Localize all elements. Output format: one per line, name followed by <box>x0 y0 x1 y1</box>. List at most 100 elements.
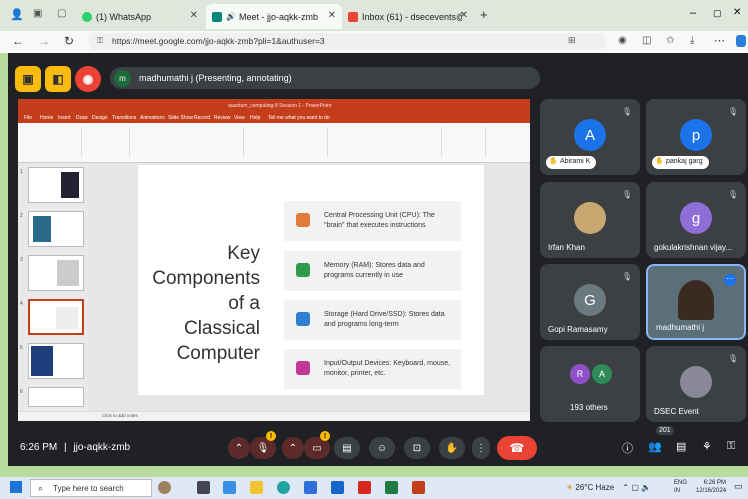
participant-tile[interactable]: 🎙 Irfan Khan <box>540 182 640 258</box>
present-button[interactable]: ⊡ <box>404 437 430 459</box>
tab-meet[interactable]: 🔊 Meet - jjo-aqkk-zmb ✕ <box>206 4 342 29</box>
participant-tile[interactable]: 🎙 g gokulakrishnan vijay... <box>646 182 746 258</box>
ppt-tab-slideshow[interactable]: Slide Show <box>168 115 193 121</box>
ppt-ribbon-group-drawing[interactable] <box>332 127 442 157</box>
ppt-tab-insert[interactable]: Insert <box>58 115 71 121</box>
leave-call-button[interactable]: ☎ <box>497 436 537 460</box>
participant-tile-others[interactable]: R A 193 others <box>540 346 640 422</box>
participant-tile[interactable]: 🎙 p pankaj garg <box>646 99 746 175</box>
raise-hand-button[interactable]: ✋ <box>439 437 465 459</box>
slide-thumbnail-selected[interactable] <box>28 299 84 335</box>
info-icon[interactable]: ⓘ <box>622 440 633 456</box>
lang-indicator[interactable]: ENG IN <box>674 479 687 495</box>
widgets-icon[interactable] <box>158 481 171 494</box>
shared-screen-powerpoint[interactable]: quantum_computing-8 Session 1 - PowerPoi… <box>18 99 530 421</box>
slide-thumbnail[interactable] <box>28 211 84 247</box>
ppt-tab-draw[interactable]: Draw <box>76 115 88 121</box>
ppt-tab-record[interactable]: Record <box>194 115 210 121</box>
participant-tile[interactable]: 🎙 DSEC Event <box>646 346 746 422</box>
ppt-tab-file[interactable]: File <box>24 115 32 121</box>
ppt-tell-me[interactable]: Tell me what you want to do <box>268 115 330 121</box>
store-icon[interactable] <box>304 481 317 494</box>
favorites-bar-icon[interactable]: ✩ <box>666 35 674 46</box>
tab-gmail[interactable]: Inbox (61) - dsecevents@dsengg ✕ <box>342 4 474 29</box>
participant-tile[interactable]: 🎙 A Abirami K <box>540 99 640 175</box>
current-slide[interactable]: Key Components of a Classical Computer C… <box>138 165 484 395</box>
more-options-icon[interactable]: ⋯ <box>724 274 736 286</box>
copilot-taskbar-icon[interactable] <box>223 481 236 494</box>
excel-icon[interactable] <box>385 481 398 494</box>
forward-icon[interactable]: → <box>38 34 50 48</box>
new-tab-icon[interactable]: + <box>480 7 488 22</box>
video-options-button[interactable]: ⌃ <box>282 437 304 459</box>
tab-whatsapp[interactable]: (1) WhatsApp ✕ <box>76 4 204 29</box>
restore-icon[interactable]: ▢ <box>713 8 722 19</box>
weather-text[interactable]: 26°C Haze <box>575 483 614 492</box>
slide-thumbnail[interactable] <box>28 343 84 379</box>
ppt-tab-animations[interactable]: Animations <box>140 115 165 121</box>
slide-thumbnail[interactable] <box>28 167 84 203</box>
more-icon[interactable]: ⋯ <box>714 34 725 47</box>
captions-button[interactable]: ▤ <box>334 437 360 459</box>
site-info-icon[interactable]: ⚿ <box>97 36 103 46</box>
ppt-ribbon-group-addins[interactable] <box>490 127 524 157</box>
audio-options-button[interactable]: ⌃ <box>228 437 250 459</box>
ppt-tab-transitions[interactable]: Transitions <box>112 115 136 121</box>
host-controls-icon[interactable]: ⚿ <box>727 440 735 453</box>
record-top-button[interactable]: ◉ <box>75 66 101 92</box>
notifications-icon[interactable]: ▭ <box>734 481 743 492</box>
ppt-tab-home[interactable]: Home <box>40 115 53 121</box>
file-explorer-icon[interactable] <box>250 481 263 494</box>
minimize-icon[interactable]: – <box>690 7 696 19</box>
task-view-icon[interactable] <box>197 481 210 494</box>
mail-icon[interactable] <box>331 481 344 494</box>
participant-tile-presenter[interactable]: ⋯ madhumathi j <box>646 264 746 340</box>
windows-start-icon[interactable] <box>10 481 22 493</box>
participant-tile[interactable]: 🎙 G Gopi Ramasamy <box>540 264 640 340</box>
taskbar-clock[interactable]: 6:26 PM 12/16/2024 <box>696 479 726 495</box>
people-icon[interactable]: 👥 <box>648 440 662 453</box>
collections-icon[interactable]: ▣ <box>33 8 42 19</box>
ppt-tab-help[interactable]: Help <box>250 115 260 121</box>
close-tab-icon[interactable]: ✕ <box>460 10 468 21</box>
ppt-ribbon-group-paragraph[interactable] <box>248 127 328 157</box>
install-app-icon[interactable]: ⊞ <box>568 35 576 46</box>
extension-icon[interactable]: ◉ <box>618 35 627 46</box>
ppt-tab-view[interactable]: View <box>234 115 245 121</box>
weather-icon[interactable]: ☀ <box>566 483 573 492</box>
close-tab-icon[interactable]: ✕ <box>328 10 336 21</box>
close-tab-icon[interactable]: ✕ <box>190 10 198 21</box>
slide-thumbnail[interactable] <box>28 255 84 291</box>
ppt-ribbon-group-clipboard[interactable] <box>22 127 82 157</box>
url-field[interactable]: ⚿ https://meet.google.com/jjo-aqkk-zmb?p… <box>88 33 606 50</box>
ppt-tab-design[interactable]: Design <box>92 115 108 121</box>
activities-icon[interactable]: ⚘ <box>702 440 712 453</box>
notes-placeholder[interactable]: Click to add notes <box>102 413 138 418</box>
ppt-ribbon-group-font[interactable] <box>134 127 244 157</box>
refresh-icon[interactable]: ↻ <box>64 34 74 48</box>
taskbar-search[interactable]: ⌕ Type here to search <box>30 479 152 497</box>
back-icon[interactable]: ← <box>12 34 24 48</box>
split-screen-icon[interactable]: ◫ <box>642 35 651 46</box>
close-window-icon[interactable]: ✕ <box>733 7 741 18</box>
acrobat-icon[interactable] <box>358 481 371 494</box>
copilot-icon[interactable] <box>736 35 746 47</box>
card-text: Storage (Hard Drive/SSD): Stores data an… <box>324 311 445 328</box>
profile-icon[interactable]: 👤 <box>10 8 24 21</box>
raise-hand-top-button[interactable]: ▣ <box>15 66 41 92</box>
tray-icons[interactable]: ⌃ ▢ 🔈 <box>622 483 651 492</box>
more-options-button[interactable]: ⋮ <box>472 437 490 459</box>
ppt-ribbon-group-editing[interactable] <box>446 127 486 157</box>
present-top-button[interactable]: ◧ <box>45 66 71 92</box>
chat-icon[interactable]: ▤ <box>676 440 686 453</box>
slide-thumbnail[interactable] <box>28 387 84 407</box>
powerpoint-icon[interactable] <box>412 481 425 494</box>
tab-actions-icon[interactable]: ▢ <box>57 8 66 19</box>
emoji-button[interactable]: ☺ <box>369 437 395 459</box>
downloads-icon[interactable]: ⤓ <box>690 35 694 46</box>
ppt-ribbon-group-slides[interactable] <box>86 127 130 157</box>
presenter-avatar: m <box>114 69 131 87</box>
mic-off-icon: 🎙 <box>621 190 632 199</box>
edge-icon[interactable] <box>277 481 290 494</box>
ppt-tab-review[interactable]: Review <box>214 115 230 121</box>
